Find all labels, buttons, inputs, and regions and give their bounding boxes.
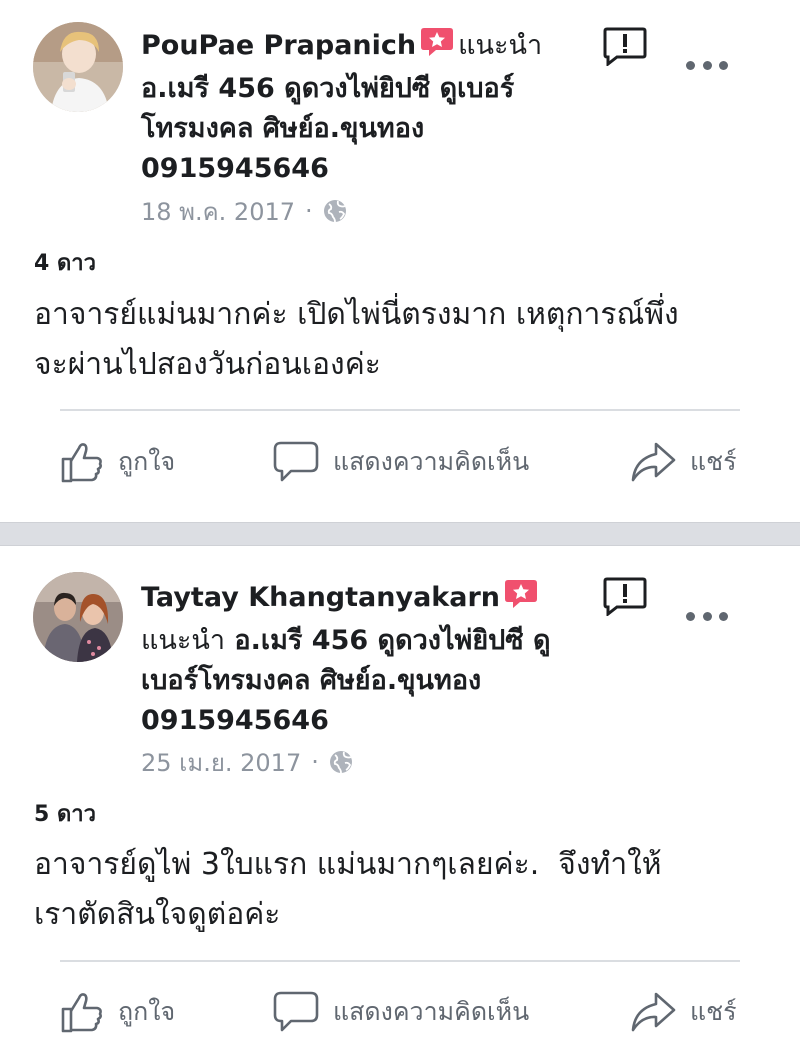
comment-button[interactable]: แสดงความคิดเห็น: [273, 432, 529, 492]
action-bar: ถูกใจ แสดงความคิดเห็น แชร์: [0, 982, 800, 1042]
like-label: ถูกใจ: [118, 997, 176, 1026]
header-line-1: Taytay Khangtanyakarn: [141, 578, 596, 621]
report-flag-icon[interactable]: [603, 26, 647, 68]
page-name-line-2[interactable]: เบอร์โทรมงคล ศิษย์อ.ขุนทอง: [141, 661, 596, 701]
page-name-line-3[interactable]: 0915945646: [141, 701, 596, 741]
comment-bubble-icon: [273, 441, 319, 482]
share-label: แชร์: [690, 447, 737, 476]
star-rating: 5 ดาว: [34, 802, 96, 827]
like-label: ถูกใจ: [118, 447, 176, 476]
avatar[interactable]: [33, 572, 123, 662]
post-header: PouPae Prapanich แนะนำ อ.เมรี 456 ดูดวงไพ…: [141, 26, 596, 189]
more-dot: [719, 61, 728, 70]
divider: [60, 960, 740, 962]
more-options-icon[interactable]: [686, 61, 728, 73]
post-date[interactable]: 18 พ.ค. 2017: [141, 192, 295, 231]
recommend-star-badge-icon: [504, 579, 538, 621]
review-text: อาจารย์ดูไพ่ 3ใบแรก แม่นมากๆเลยค่ะ. จึงท…: [34, 840, 774, 940]
share-arrow-icon: [631, 992, 676, 1032]
report-flag-icon[interactable]: [603, 576, 647, 618]
review-line-1: อาจารย์แม่นมากค่ะ เปิดไพ่นี่ตรงมาก เหตุก…: [34, 297, 679, 332]
post-meta: 25 เม.ย. 2017 ·: [141, 744, 353, 780]
like-button[interactable]: ถูกใจ: [60, 432, 175, 492]
comment-button[interactable]: แสดงความคิดเห็น: [273, 982, 529, 1042]
header-line-2: แนะนำ อ.เมรี 456 ดูดวงไพ่ยิปซี ดู: [141, 621, 596, 661]
star-rating: 4 ดาว: [34, 251, 96, 276]
page-name-line-2[interactable]: โทรมงคล ศิษย์อ.ขุนทอง: [141, 109, 596, 149]
post-header: Taytay Khangtanyakarn แนะนำ อ.เมรี 456 ด…: [141, 578, 596, 741]
more-dot: [702, 61, 712, 70]
avatar-photo: [33, 22, 123, 112]
page-name-line-3[interactable]: 0915945646: [141, 149, 596, 189]
post-meta: 18 พ.ค. 2017 ·: [141, 193, 347, 229]
more-dot: [702, 612, 712, 621]
author-name[interactable]: Taytay Khangtanyakarn: [141, 582, 500, 613]
page-name-line-1[interactable]: อ.เมรี 456 ดูดวงไพ่ยิปซี ดู: [234, 625, 550, 656]
like-button[interactable]: ถูกใจ: [60, 982, 175, 1042]
feed-separator: [0, 522, 800, 546]
recommend-label: แนะนำ: [458, 30, 543, 61]
review-text: อาจารย์แม่นมากค่ะ เปิดไพ่นี่ตรงมาก เหตุก…: [34, 290, 774, 390]
more-dot: [686, 612, 695, 621]
thumbs-up-icon: [61, 443, 102, 483]
avatar-photo: [33, 572, 123, 662]
review-line-1: อาจารย์ดูไพ่ 3ใบแรก แม่นมากๆเลยค่ะ. จึงท…: [34, 847, 662, 882]
more-dot: [719, 612, 728, 621]
comment-label: แสดงความคิดเห็น: [333, 447, 530, 476]
author-name[interactable]: PouPae Prapanich: [141, 30, 416, 61]
header-line-1: PouPae Prapanich แนะนำ: [141, 26, 596, 69]
more-dot: [686, 61, 695, 70]
comment-bubble-icon: [273, 991, 319, 1032]
thumbs-up-icon: [61, 993, 102, 1033]
recommend-star-badge-icon: [420, 27, 454, 69]
share-label: แชร์: [690, 997, 737, 1026]
meta-separator: ·: [305, 197, 313, 225]
more-options-icon[interactable]: [686, 612, 728, 624]
comment-label: แสดงความคิดเห็น: [333, 997, 530, 1026]
share-arrow-icon: [631, 442, 676, 482]
meta-separator: ·: [311, 748, 319, 776]
globe-icon: [329, 750, 353, 774]
post-date[interactable]: 25 เม.ย. 2017: [141, 743, 301, 782]
review-line-2: เราตัดสินใจดูต่อค่ะ: [34, 897, 281, 932]
page-name-line-1[interactable]: อ.เมรี 456 ดูดวงไพ่ยิปซี ดูเบอร์: [141, 69, 596, 109]
recommend-label: แนะนำ: [141, 625, 225, 656]
action-bar: ถูกใจ แสดงความคิดเห็น แชร์: [0, 432, 800, 492]
review-line-2: จะผ่านไปสองวันก่อนเองค่ะ: [34, 347, 381, 382]
review-post: Taytay Khangtanyakarn แนะนำ อ.เมรี 456 ด…: [0, 546, 800, 1062]
share-button[interactable]: แชร์: [630, 432, 737, 492]
divider: [60, 409, 740, 411]
share-button[interactable]: แชร์: [630, 982, 737, 1042]
avatar[interactable]: [33, 22, 123, 112]
review-post: PouPae Prapanich แนะนำ อ.เมรี 456 ดูดวงไพ…: [0, 0, 800, 522]
globe-icon: [323, 199, 347, 223]
